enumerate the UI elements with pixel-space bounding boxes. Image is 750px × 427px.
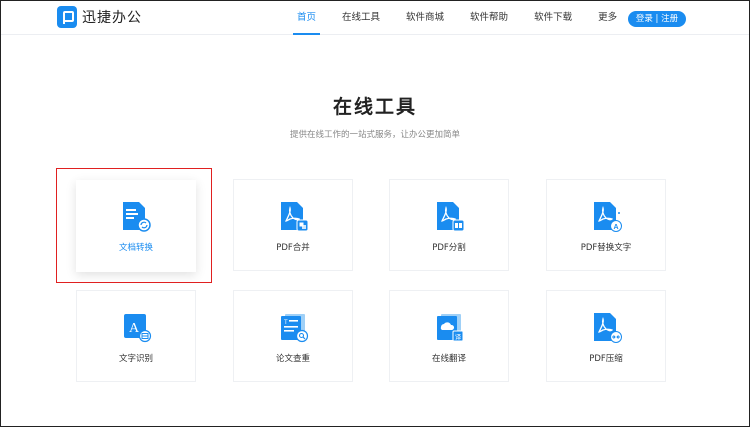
svg-text:A: A — [129, 321, 140, 336]
tool-label: 论文查重 — [275, 354, 310, 364]
login-register-button[interactable]: 登录 | 注册 — [628, 11, 686, 27]
tool-label: PDF合并 — [276, 243, 310, 253]
section-subtitle: 提供在线工作的一站式服务，让办公更加简单 — [289, 130, 460, 140]
svg-text:A: A — [613, 224, 618, 231]
tool-card-pdf-replace-text[interactable]: A PDF替换文字 — [546, 179, 666, 271]
top-header: 迅捷办公 首页 在线工具 软件商城 软件帮助 软件下载 更多 登录 | 注册 — [1, 1, 749, 35]
tool-card-text-ocr[interactable]: A 文字识别 — [76, 290, 196, 382]
nav-software-help[interactable]: 软件帮助 — [470, 1, 508, 35]
pdf-split-icon — [437, 202, 465, 232]
svg-text:译: 译 — [455, 333, 462, 341]
brand-logo-icon — [57, 6, 77, 28]
brand-logo[interactable]: 迅捷办公 — [57, 6, 142, 28]
section-title: 在线工具 — [332, 96, 417, 118]
tool-card-online-translate[interactable]: 译 在线翻译 — [389, 290, 509, 382]
text-ocr-icon: A — [124, 314, 152, 343]
online-translate-icon: 译 — [437, 314, 464, 342]
tool-card-pdf-compress[interactable]: PDF压缩 — [546, 290, 666, 382]
nav-home[interactable]: 首页 — [292, 1, 321, 35]
tool-label: 文字识别 — [118, 354, 153, 364]
main-nav: 首页 在线工具 软件商城 软件帮助 软件下载 更多 — [292, 1, 643, 35]
nav-online-tools[interactable]: 在线工具 — [342, 1, 380, 35]
tool-label: PDF替换文字 — [580, 243, 632, 253]
pdf-merge-icon — [281, 202, 309, 232]
nav-more[interactable]: 更多 — [598, 1, 617, 35]
tool-card-paper-check[interactable]: T 论文查重 — [233, 290, 353, 382]
tool-card-pdf-merge[interactable]: PDF合并 — [233, 179, 353, 271]
tool-label: PDF分割 — [432, 243, 466, 253]
svg-text:T: T — [284, 320, 288, 326]
selection-highlight-box — [56, 168, 212, 283]
tool-label: PDF压缩 — [589, 354, 623, 364]
tool-card-pdf-split[interactable]: PDF分割 — [389, 179, 509, 271]
pdf-compress-icon — [594, 313, 622, 343]
paper-check-icon: T — [281, 314, 309, 343]
brand-name: 迅捷办公 — [82, 10, 142, 26]
nav-software-store[interactable]: 软件商城 — [406, 1, 444, 35]
tool-label: 在线翻译 — [431, 354, 466, 364]
pdf-replace-text-icon: A — [594, 202, 622, 232]
nav-software-download[interactable]: 软件下载 — [534, 1, 572, 35]
